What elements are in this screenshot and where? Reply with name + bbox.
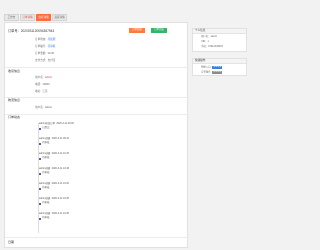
delivery-section-title: 物流信息: [8, 98, 21, 102]
delivery-username-field: 用户名: admin: [35, 106, 53, 109]
user-uid-row: UID：1: [201, 40, 209, 43]
quick-ops-panel: 快捷操作 快捷入口: 快速审核 订单操作: 快速审核: [192, 58, 247, 76]
order-review-button[interactable]: 快速审核: [212, 71, 223, 74]
tab-bar: 工作台 订单详情 出库详情 退货详情: [4, 14, 67, 21]
status-dot-icon: [39, 172, 42, 175]
timeline-item: admin创建 2020-3-11 09:12 待审核: [39, 137, 70, 145]
status-dot-icon: [39, 202, 42, 205]
order-status-field: 订单状态: 待处理: [35, 38, 56, 41]
order-number-title: 订单号：2020031120094367943: [8, 29, 55, 33]
timeline-item: admin创建 2020-3-11 10:18 待审核: [39, 167, 70, 175]
tab-order-detail[interactable]: 订单详情: [20, 14, 35, 21]
status-dot-icon: [39, 127, 42, 130]
user-info-panel: 个人信息 用户名：admin UID：1 手机：15812345678: [192, 28, 247, 52]
quick-review-button[interactable]: 快速审核: [212, 66, 223, 69]
receiver-address-field: 地址: 江苏: [35, 90, 48, 93]
order-ops-row: 订单操作: 快速审核: [201, 70, 223, 74]
tab-outbound-detail[interactable]: 出库详情: [36, 14, 51, 21]
quick-entry-row: 快捷入口: 快速审核: [201, 65, 223, 69]
payment-method-field: 支付方式: 支付宝: [35, 59, 56, 62]
user-info-title: 个人信息: [193, 29, 246, 34]
receiver-username-field: 用户名: admin: [35, 76, 53, 79]
status-dot-icon: [39, 142, 42, 145]
process-order-button[interactable]: 订单处理: [129, 28, 145, 33]
timeline-item: admin修改订单 2020-3-11 09:00 已提交: [39, 122, 74, 130]
order-detail-panel: 订单号：2020031120094367943 订单处理 订单完成 订单状态: 待…: [4, 22, 189, 248]
status-dot-icon: [39, 187, 42, 190]
complete-order-button[interactable]: 订单完成: [151, 28, 167, 33]
tab-return-detail[interactable]: 退货详情: [52, 14, 67, 21]
receiver-section-title: 收货信息: [8, 69, 21, 73]
receiver-phone-field: 电话: 13800: [35, 83, 50, 86]
timeline-item: admin创建 2020-3-11 10:30 待审核: [39, 212, 70, 220]
quick-ops-title: 快捷操作: [193, 59, 246, 64]
timeline-section-title: 订单动态: [8, 115, 21, 119]
timeline-item: admin创建 2020-3-11 10:15 待审核: [39, 152, 70, 160]
user-name-row: 用户名：admin: [201, 35, 218, 38]
order-code-field: 订单编号: 待审核: [35, 45, 56, 48]
timeline-item: admin创建 2020-3-11 10:20 待审核: [39, 182, 70, 190]
footer-section-title: 日期: [8, 240, 15, 244]
status-dot-icon: [39, 217, 42, 220]
timeline-item: admin创建 2020-3-11 10:25 待审核: [39, 197, 70, 205]
user-phone-row: 手机：15812345678: [201, 45, 223, 48]
order-amount-field: 订单金额: ¥0.00: [35, 52, 55, 55]
status-dot-icon: [39, 157, 42, 160]
tab-workbench[interactable]: 工作台: [4, 14, 19, 21]
